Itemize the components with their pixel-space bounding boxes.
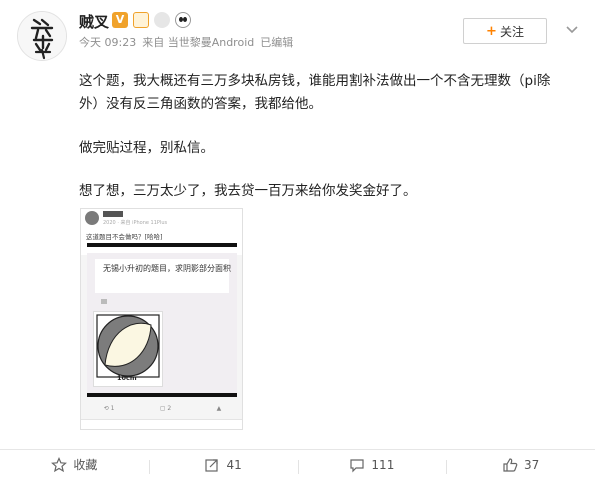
embedded-actions: ⟲ 1 ▢ 2 ▲ bbox=[81, 401, 242, 415]
post-paragraph: 做完贴过程，别私信。 bbox=[79, 140, 214, 156]
more-icon[interactable] bbox=[562, 20, 582, 40]
post-meta: 今天 09:23 来自 当世黎曼Android 已编辑 bbox=[79, 34, 293, 50]
embedded-footer bbox=[81, 419, 242, 429]
embedded-username-redacted bbox=[103, 211, 123, 217]
follow-button[interactable]: + 关注 bbox=[463, 18, 547, 44]
like-icon bbox=[503, 457, 518, 472]
favorite-icon bbox=[51, 456, 68, 472]
like-button[interactable]: 37 bbox=[446, 457, 595, 474]
edited-label[interactable]: 已编辑 bbox=[260, 34, 293, 50]
like-count: 37 bbox=[523, 457, 540, 472]
embedded-question: 这道题目不会做吗？[哈哈] bbox=[86, 233, 163, 241]
medal-icon[interactable] bbox=[154, 12, 170, 28]
embedded-marker bbox=[101, 299, 107, 304]
avatar[interactable] bbox=[17, 11, 67, 61]
figure-dimension-label: 10cm bbox=[117, 374, 137, 382]
embedded-screenshot[interactable]: 2020 · 来自 iPhone 11Plus 这道题目不会做吗？[哈哈] 无锡… bbox=[80, 208, 243, 430]
post-time: 今天 09:23 bbox=[79, 36, 137, 49]
embedded-subline: 2020 · 来自 iPhone 11Plus bbox=[103, 220, 168, 226]
embedded-like: ▲ bbox=[216, 404, 222, 412]
embedded-comment: ▢ 2 bbox=[159, 404, 172, 412]
post-source[interactable]: 来自 当世黎曼Android bbox=[142, 34, 254, 50]
embedded-avatar bbox=[85, 211, 99, 225]
username[interactable]: 贼叉 bbox=[79, 11, 109, 32]
embedded-repost: ⟲ 1 bbox=[103, 404, 115, 412]
comment-icon bbox=[350, 458, 365, 472]
embedded-title: 无锡小升初的题目，求阴影部分面积 bbox=[103, 264, 231, 273]
follow-button-label: 关注 bbox=[499, 24, 524, 39]
post-paragraph: 想了想，三万太少了，我去贷一百万来给你发奖金好了。 bbox=[79, 183, 417, 199]
repost-button[interactable]: 41 bbox=[148, 457, 298, 474]
repost-icon bbox=[205, 458, 219, 472]
post-paragraph: 这个题，我大概还有三万多块私房钱，谁能用割补法做出一个不含无理数（pi除外）没有… bbox=[79, 73, 551, 112]
embedded-divider bbox=[87, 393, 237, 397]
favorite-label: 收藏 bbox=[73, 458, 98, 472]
favorite-button[interactable]: 收藏 bbox=[0, 456, 149, 473]
comment-button[interactable]: 111 bbox=[297, 457, 447, 474]
embedded-divider bbox=[87, 243, 237, 247]
embedded-card: 无锡小升初的题目，求阴影部分面积 10cm bbox=[87, 253, 237, 393]
verified-icon[interactable]: V bbox=[112, 12, 128, 28]
avatar-calligraphy-image bbox=[18, 12, 66, 60]
action-bar: 收藏 41 111 37 bbox=[0, 449, 595, 479]
comment-count: 111 bbox=[371, 457, 395, 472]
embedded-header: 2020 · 来自 iPhone 11Plus 这道题目不会做吗？[哈哈] bbox=[81, 209, 242, 255]
weibo-post: 贼叉 V 今天 09:23 来自 当世黎曼Android 已编辑 + 关注 这个… bbox=[0, 0, 595, 479]
repost-count: 41 bbox=[226, 457, 242, 472]
embedded-title-box: 无锡小升初的题目，求阴影部分面积 bbox=[95, 259, 231, 293]
plus-icon: + bbox=[486, 23, 497, 39]
vip-icon[interactable] bbox=[133, 12, 149, 28]
panda-icon[interactable] bbox=[175, 12, 191, 28]
user-badges: V bbox=[112, 12, 191, 28]
